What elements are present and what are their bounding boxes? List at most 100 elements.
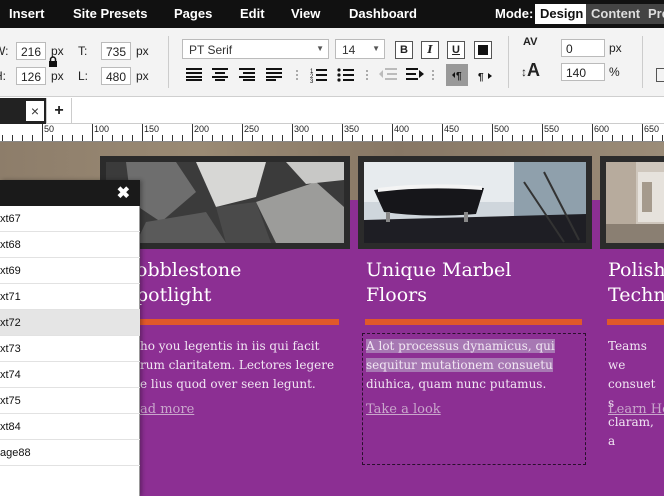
ruler-tick [112,135,113,141]
close-panel-icon[interactable]: ✖ [117,183,130,203]
card-link[interactable]: Learn Ho [608,402,664,417]
layer-item[interactable]: xt69 [0,258,140,284]
card-title-line: Floors [366,284,427,306]
ruler-tick [442,124,443,141]
left-field[interactable]: 480 [101,67,131,85]
font-size-value: 14 [342,43,356,57]
italic-button[interactable]: I [421,41,439,59]
toolbar-divider [508,36,509,88]
ruler-label: 650 [644,124,660,134]
rtl-icon[interactable]: ¶ [476,67,496,85]
ruler-tick [492,124,493,141]
mode-design-button[interactable]: Design [535,4,589,24]
top-label: T: [78,44,88,58]
ruler-tick [402,135,403,141]
ruler-tick [472,135,473,141]
card-link[interactable]: ad more [140,402,194,417]
layer-item[interactable]: xt68 [0,232,140,258]
card-body-line: ho you legentis in iis qui facit [140,339,320,353]
horizontal-ruler: 50 100 150 200 250 300 350 400 450 500 550 600 650 [0,124,664,142]
mode-content-button[interactable]: Content [586,4,646,24]
font-size-select[interactable]: 14 ▼ [335,39,385,59]
menu-edit[interactable]: Edit [240,6,265,21]
layer-item-selected[interactable]: xt72 [0,310,140,336]
layer-item[interactable]: age88 [0,440,140,466]
align-justify-icon[interactable] [265,67,285,85]
ruler-tick [322,135,323,141]
ruler-label: 250 [244,124,260,134]
card-body-text[interactable]: A lot processus dynamicus, qui sequitur … [366,337,555,394]
text-color-button[interactable] [474,41,492,59]
font-family-value: PT Serif [189,43,233,57]
layer-item[interactable]: xt75 [0,388,140,414]
ruler-tick [662,135,663,141]
letter-spacing-field[interactable]: 0 [561,39,605,57]
card-link[interactable]: Take a look [366,402,441,417]
left-label: L: [78,69,89,83]
toolbar-divider [168,36,169,88]
width-field[interactable]: 216 [16,42,46,60]
chevron-down-icon: ▼ [372,44,380,53]
bold-button[interactable]: B [395,41,413,59]
menu-pages[interactable]: Pages [174,6,212,21]
numbered-list-icon[interactable]: 123 [310,67,330,85]
ruler-tick [462,135,463,141]
card-image-bathtub[interactable] [358,156,592,249]
card-body-line: sequitur mutationem consuetu [366,358,553,372]
ruler-tick [432,135,433,141]
mode-preview-button[interactable]: Pre [643,4,664,24]
align-left-icon[interactable] [185,67,205,85]
lock-icon[interactable] [48,56,60,68]
layer-item[interactable]: xt67 [0,206,140,232]
menu-view[interactable]: View [291,6,320,21]
ruler-tick [272,135,273,141]
more-tools-icon[interactable] [656,68,664,82]
ruler-label: 450 [444,124,460,134]
card-title-line: Techn [608,284,664,306]
height-field[interactable]: 126 [16,67,46,85]
layer-item[interactable]: xt74 [0,362,140,388]
ruler-tick [512,135,513,141]
font-family-select[interactable]: PT Serif ▼ [182,39,329,59]
top-field[interactable]: 735 [101,42,131,60]
height-unit: px [51,69,64,83]
outdent-icon[interactable] [378,67,398,85]
ruler-label: 200 [194,124,210,134]
ruler-label: 500 [494,124,510,134]
align-right-icon[interactable] [238,67,258,85]
menu-insert[interactable]: Insert [9,6,44,21]
line-height-field[interactable]: 140 [561,63,605,81]
layer-item[interactable]: xt73 [0,336,140,362]
ruler-tick [72,135,73,141]
card-title-line: obblestone [136,259,242,281]
ruler-tick [642,124,643,141]
add-tab-button[interactable]: + [46,98,72,124]
ruler-tick [562,135,563,141]
menu-dashboard[interactable]: Dashboard [349,6,417,21]
underline-button[interactable]: U [447,41,465,59]
ruler-tick [232,135,233,141]
ruler-tick [572,135,573,141]
layer-item[interactable]: xt84 [0,414,140,440]
ruler-tick [52,135,53,141]
close-tab-icon[interactable]: × [26,101,44,121]
indent-icon[interactable] [405,67,425,85]
ruler-tick [652,135,653,141]
ruler-tick [302,135,303,141]
align-center-icon[interactable] [211,67,231,85]
menu-site-presets[interactable]: Site Presets [73,6,147,21]
card-image-polished[interactable] [600,156,664,249]
bathtub-image [364,162,586,243]
bullet-list-icon[interactable] [337,67,357,85]
stone-texture-image [106,162,344,243]
top-menu-bar: Insert Site Presets Pages Edit View Dash… [0,0,664,28]
ruler-tick [312,135,313,141]
interior-image [606,162,664,243]
ruler-tick [582,135,583,141]
ruler-label: 100 [94,124,110,134]
layer-item[interactable]: xt71 [0,284,140,310]
toolbar-separator [366,70,368,80]
ltr-icon[interactable]: ¶ [446,64,468,86]
line-height-letter: A [527,60,540,80]
ruler-tick [242,124,243,141]
